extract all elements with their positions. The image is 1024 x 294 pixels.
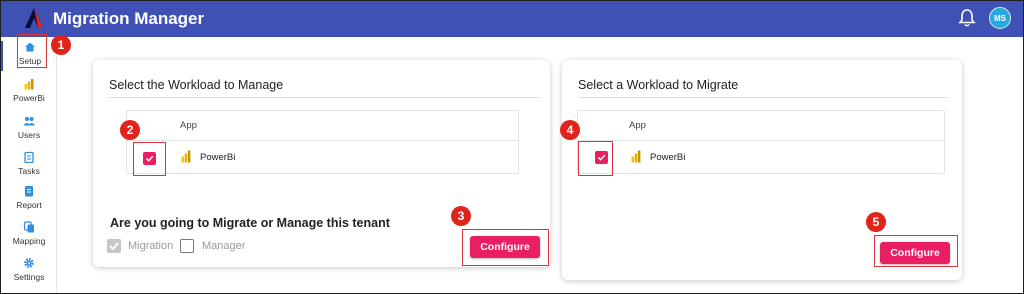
sidebar-item-powerbi[interactable]: PowerBi [1,78,57,108]
user-avatar[interactable]: MS [989,7,1011,29]
annotation-box-migrate-checkbox [578,141,613,176]
annotation-box-migrate-configure [874,235,958,267]
sidebar: Setup PowerBi Users Tasks Report Mapping… [1,37,57,293]
annotation-box-setup [17,34,47,68]
step-badge-5: 5 [866,212,886,232]
manager-option-checkbox[interactable] [180,239,194,253]
column-header-app: App [180,120,197,131]
sidebar-item-mapping[interactable]: Mapping [1,221,57,251]
table-header: App [578,111,944,141]
bell-icon[interactable] [958,8,976,28]
users-icon [23,117,35,126]
checkmark-icon [109,242,119,251]
annotation-box-manage-checkbox [133,142,166,176]
step-badge-1: 1 [51,35,71,55]
step-badge-3: 3 [451,206,471,226]
sidebar-item-label: PowerBi [13,93,45,103]
step-badge-4: 4 [560,120,580,140]
manager-option-label: Manager [202,240,246,252]
top-bar: Migration Manager MS [1,1,1023,37]
manage-app-table: App [126,110,519,174]
manage-card-title: Select the Workload to Manage [109,78,284,92]
sidebar-item-report[interactable]: Report [1,185,57,215]
report-icon [25,186,33,197]
sidebar-item-users[interactable]: Users [1,115,57,145]
app-logo-icon [25,8,43,28]
sidebar-item-label: Report [16,200,42,210]
column-header-app: App [629,120,646,131]
sidebar-item-label: Settings [13,272,45,282]
step-badge-2: 2 [120,120,140,140]
migrate-app-table: App [577,110,945,174]
powerbi-icon [24,79,34,90]
tenant-mode-question: Are you going to Migrate or Manage this … [110,216,390,230]
sidebar-item-settings[interactable]: Settings [1,257,57,287]
mapping-icon [23,221,34,233]
divider [578,97,948,98]
app-title: Migration Manager [53,9,205,28]
migrate-row-powerbi-label: PowerBi [650,152,686,163]
sidebar-item-label: Users [17,130,41,140]
table-header: App [127,111,518,141]
settings-icon [24,258,34,268]
powerbi-icon [631,150,641,163]
migrate-card-title: Select a Workload to Migrate [578,78,739,92]
migration-option-label: Migration [128,240,174,252]
annotation-box-manage-configure [462,229,549,266]
sidebar-item-label: Mapping [12,236,46,246]
powerbi-icon [181,150,191,163]
sidebar-item-label: Tasks [18,166,40,176]
sidebar-item-tasks[interactable]: Tasks [1,151,57,181]
manage-row-powerbi-label: PowerBi [200,152,236,163]
migration-option-checkbox[interactable] [107,239,121,253]
tasks-icon [24,151,34,163]
divider [109,97,539,98]
